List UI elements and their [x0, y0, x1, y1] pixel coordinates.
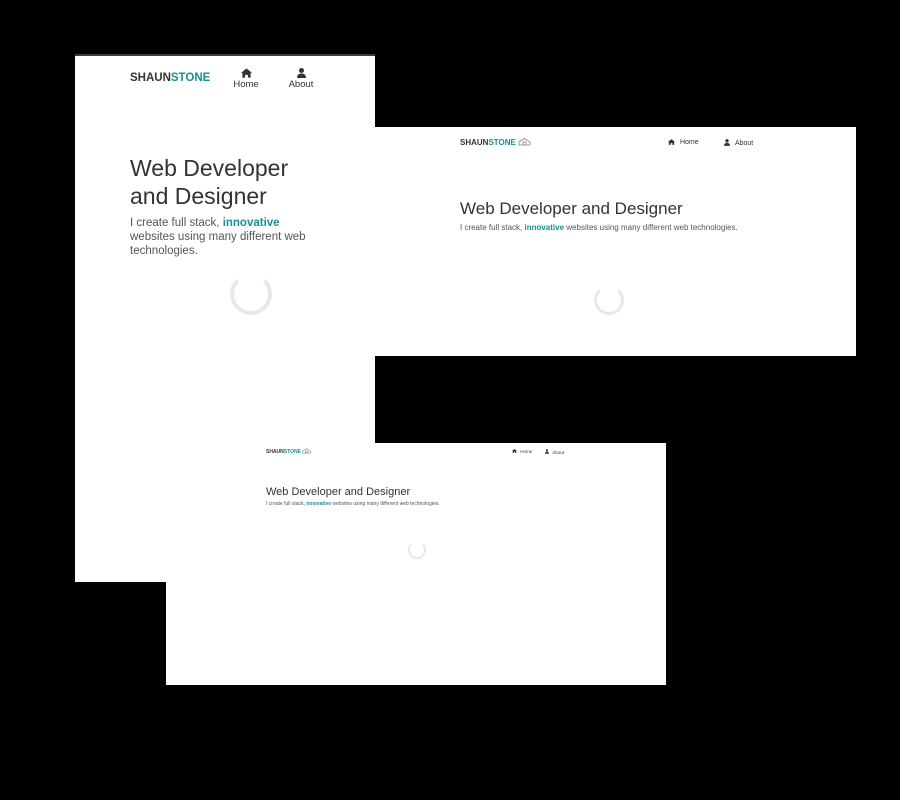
- hero-intro: I create full stack, innovative websites…: [266, 501, 440, 507]
- hero-title-line2: and Designer: [130, 183, 267, 209]
- nav-home[interactable]: Home: [233, 68, 259, 90]
- brand-second: STONE: [170, 72, 211, 84]
- house-logo-icon: [302, 448, 311, 454]
- brand-first: SHAUN: [266, 449, 284, 455]
- hero-intro: I create full stack, innovative websites…: [130, 216, 320, 258]
- nav-home-label: Home: [679, 139, 699, 146]
- hero-intro-after: websites using many different web techno…: [331, 501, 440, 507]
- hero-title-line1: Web Developer: [130, 155, 289, 181]
- hero-intro-after: websites using many different web techno…: [564, 223, 738, 232]
- brand-first: SHAUN: [130, 72, 171, 84]
- loading-spinner-icon: [594, 285, 624, 315]
- nav-home[interactable]: Home: [668, 139, 699, 146]
- user-icon: [296, 68, 306, 78]
- hero-intro: I create full stack, innovative websites…: [460, 223, 738, 232]
- brand-first: SHAUN: [460, 138, 489, 147]
- hero-intro-after: websites using many different web techno…: [130, 231, 306, 257]
- nav-about[interactable]: About: [285, 68, 317, 90]
- hero-title: Web Developer and Designer: [266, 486, 411, 498]
- hero-intro-before: I create full stack,: [460, 223, 525, 232]
- home-icon: [668, 139, 675, 145]
- loading-spinner-icon: [230, 273, 272, 315]
- hero-intro-highlight: innovative: [222, 217, 280, 229]
- wide-desktop-screenshot: SHAUNSTONE Home About Web Developer and …: [166, 443, 666, 685]
- brand-logo[interactable]: SHAUNSTONE: [266, 448, 311, 455]
- desktop-screenshot: SHAUNSTONE Home About Web Developer and …: [375, 127, 856, 356]
- hero-title: Web Developer and Designer: [460, 199, 683, 218]
- loading-spinner-icon: [408, 541, 426, 559]
- brand-logo[interactable]: SHAUNSTONE: [130, 72, 210, 84]
- brand-logo[interactable]: SHAUNSTONE: [460, 138, 531, 147]
- home-icon: [512, 449, 517, 453]
- home-icon: [240, 68, 252, 78]
- nav-about-label: About: [734, 140, 754, 147]
- hero-intro-highlight: innovative: [524, 223, 565, 232]
- nav-about[interactable]: About: [545, 449, 564, 455]
- brand-second: STONE: [283, 449, 301, 455]
- hero-intro-highlight: innovative: [306, 501, 332, 507]
- hero-intro-before: I create full stack,: [130, 217, 223, 229]
- house-logo-icon: [518, 138, 531, 146]
- nav-about[interactable]: About: [724, 139, 753, 147]
- brand-second: STONE: [488, 138, 516, 147]
- nav-about-label: About: [288, 79, 314, 90]
- nav-home-label: Home: [520, 449, 533, 454]
- user-icon: [724, 139, 730, 146]
- nav-about-label: About: [552, 450, 565, 455]
- hero-intro-before: I create full stack,: [266, 501, 307, 507]
- nav-home-label: Home: [233, 79, 259, 90]
- hero-title: Web Developer and Designer: [130, 154, 288, 210]
- nav-home[interactable]: Home: [512, 449, 532, 454]
- user-icon: [545, 449, 549, 454]
